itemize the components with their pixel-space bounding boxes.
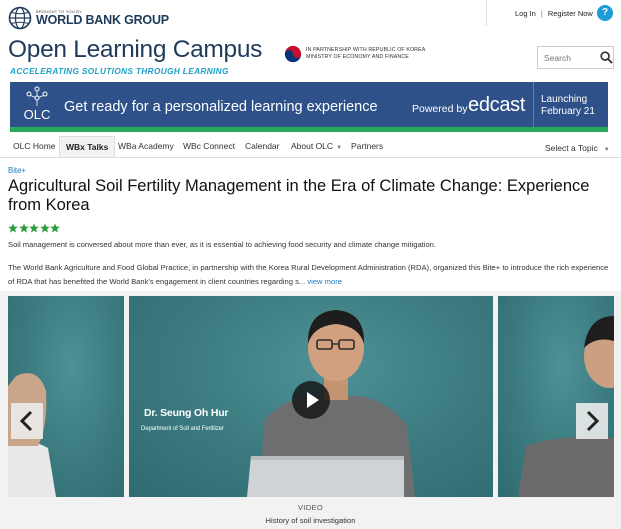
search-box (537, 46, 614, 69)
slide-caption: History of soil investigation (265, 516, 356, 525)
topic-select-label: Select a Topic (545, 143, 598, 153)
video-carousel: Dr. Seung Oh Hur Department of Soil and … (0, 291, 621, 529)
caret-down-icon: ▼ (336, 145, 343, 151)
star-icon (29, 223, 39, 233)
login-link[interactable]: Log In (515, 9, 536, 18)
nav-item-partners[interactable]: Partners (345, 136, 389, 157)
nav-item-about-olc-label: About OLC (291, 141, 334, 151)
powered-by-label: Powered by (412, 103, 468, 115)
korea-emblem-icon (284, 45, 302, 63)
launch-line-1: Launching (541, 94, 588, 105)
help-button[interactable]: ? (597, 5, 613, 21)
olc-logo-text: OLC (24, 107, 51, 122)
play-icon (307, 392, 319, 408)
article-description: The World Bank Agriculture and Food Glob… (8, 261, 614, 288)
slide-type-label: VIDEO (297, 503, 324, 512)
nav-item-calendar[interactable]: Calendar (239, 136, 286, 157)
search-input[interactable] (544, 52, 599, 63)
nav-item-wba-academy[interactable]: WBa Academy (112, 136, 180, 157)
nav-item-about-olc[interactable]: About OLC ▼ (285, 136, 348, 157)
star-icon (39, 223, 50, 233)
caret-down-icon: ▼ (603, 147, 610, 153)
category-label[interactable]: Bite+ (8, 166, 26, 175)
view-more-link[interactable]: view more (307, 277, 342, 286)
nav-item-wbx-talks[interactable]: WBx Talks (59, 136, 116, 157)
presenter-image (8, 373, 56, 497)
star-icon (50, 223, 60, 233)
search-icon[interactable] (600, 51, 613, 64)
chevron-left-icon (19, 410, 33, 432)
banner-headline: Get ready for a personalized learning ex… (64, 99, 378, 115)
carousel-slide-next[interactable] (498, 296, 614, 497)
partner-line-1: IN PARTNERSHIP WITH REPUBLIC OF KOREA (306, 47, 426, 53)
article-summary: Soil management is conversed about more … (8, 240, 437, 249)
article-title: Agricultural Soil Fertility Management i… (8, 177, 590, 214)
brand-name: WORLD BANK GROUP (36, 13, 169, 27)
topic-select[interactable]: Select a Topic ▼ (539, 138, 616, 159)
star-icon (8, 223, 18, 233)
world-bank-logo[interactable]: BROUGHT TO YOU BY WORLD BANK GROUP (8, 6, 169, 30)
account-links: Log In | Register Now (486, 0, 593, 26)
main-nav: OLC Home WBx Talks WBa Academy WBc Conne… (0, 136, 621, 158)
olc-logo-icon: OLC (24, 86, 51, 122)
carousel-slide-previous[interactable] (8, 296, 124, 497)
edcast-logo: edcast (468, 94, 526, 116)
presenter-image (518, 316, 614, 497)
carousel-prev-button[interactable] (11, 403, 43, 439)
nav-item-olc-home[interactable]: OLC Home (7, 136, 62, 157)
korea-partnership: IN PARTNERSHIP WITH REPUBLIC OF KOREA MI… (284, 45, 425, 63)
link-separator: | (540, 8, 543, 18)
launch-line-2: February 21 (541, 106, 595, 117)
launch-date-box: Launching February 21 (533, 82, 608, 127)
speaker-department: Department of Soil and Fertilizer (141, 426, 224, 432)
site-tagline: ACCELERATING SOLUTIONS THROUGH LEARNING (10, 67, 229, 76)
site-title[interactable]: Open Learning Campus (8, 36, 262, 64)
speaker-name: Dr. Seung Oh Hur (144, 407, 229, 419)
chevron-right-icon (586, 410, 600, 432)
partner-line-2: MINISTRY OF ECONOMY AND FINANCE (306, 54, 409, 60)
play-button[interactable] (292, 381, 330, 419)
register-link[interactable]: Register Now (548, 9, 593, 18)
carousel-next-button[interactable] (576, 403, 608, 439)
top-bar: BROUGHT TO YOU BY WORLD BANK GROUP Log I… (0, 0, 621, 33)
star-icon (18, 223, 29, 233)
globe-icon (8, 6, 32, 30)
promo-banner[interactable]: OLC Get ready for a personalized learnin… (10, 82, 608, 132)
nav-item-wbc-connect[interactable]: WBc Connect (177, 136, 241, 157)
carousel-slide-active[interactable]: Dr. Seung Oh Hur Department of Soil and … (129, 296, 493, 497)
star-rating[interactable] (8, 223, 61, 233)
